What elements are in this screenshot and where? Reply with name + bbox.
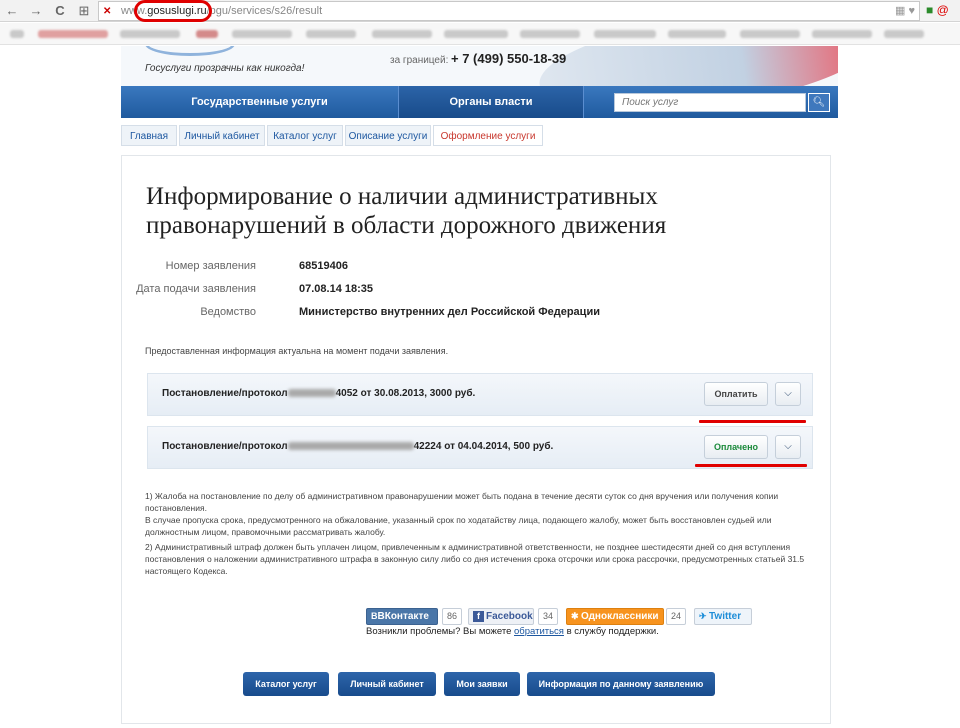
application-number-value: 68519406 (299, 260, 348, 272)
site-slogan: Госуслуги прозрачны как никогда! (145, 63, 305, 74)
back-icon[interactable]: ← (4, 3, 20, 19)
protocol-prefix: Постановление/протокол (162, 388, 288, 399)
submission-date-label: Дата подачи заявления (136, 283, 256, 295)
main-content: Информирование о наличии административны… (121, 155, 831, 724)
my-applications-button[interactable]: Мои заявки (444, 672, 520, 696)
protocol-details: 42224 от 04.04.2014, 500 руб. (413, 441, 554, 452)
odnoklassniki-icon: ✱ (571, 611, 582, 621)
breadcrumb-catalog[interactable]: Каталог услуг (267, 125, 343, 146)
share-facebook-label: Facebook (486, 611, 533, 622)
twitter-icon: ✈ (699, 611, 710, 621)
share-odnoklassniki-label: Одноклассники (581, 611, 659, 622)
department-value: Министерство внутренних дел Российской Ф… (299, 306, 600, 318)
paid-status-button[interactable]: Оплачено (704, 435, 768, 459)
extension-icons[interactable]: ■ @ (926, 3, 949, 17)
footnote: 2) Административный штраф должен быть уп… (145, 542, 805, 576)
breadcrumb-current: Оформление услуги (433, 125, 543, 146)
search-button[interactable]: 🔍︎ (808, 93, 830, 112)
phone-number: + 7 (499) 550-18-39 (451, 51, 567, 66)
header-decoration (533, 46, 838, 86)
url-path: /pgu/services/s26/result (206, 5, 323, 17)
application-info-button[interactable]: Информация по данному заявлению (527, 672, 715, 696)
forward-icon[interactable]: → (28, 3, 44, 19)
address-bar[interactable]: ✕ www.gosuslugi.ru/pgu/services/s26/resu… (98, 1, 920, 21)
support-link[interactable]: обратиться (514, 626, 564, 637)
expand-button[interactable]: ⌵ (775, 435, 801, 459)
share-odnoklassniki-button[interactable]: ✱ Одноклассники (566, 608, 664, 625)
redacted-number (287, 389, 336, 398)
share-vk-button[interactable]: BВКонтакте (366, 608, 438, 625)
support-text: Возникли проблемы? Вы можете обратиться … (366, 626, 659, 637)
share-facebook-button[interactable]: f Facebook (468, 608, 534, 625)
bookmark-star-icon[interactable]: ▦ ♥ (895, 4, 915, 17)
expand-button[interactable]: ⌵ (775, 382, 801, 406)
footnote: В случае пропуска срока, предусмотренног… (145, 515, 772, 537)
protocol-details: 4052 от 30.08.2013, 3000 руб. (335, 388, 476, 399)
page-title: Информирование о наличии административны… (146, 183, 667, 239)
search-icon: 🔍︎ (812, 97, 826, 108)
department-label: Ведомство (200, 306, 256, 318)
highlight-underline (699, 420, 806, 423)
highlight-underline (695, 464, 807, 467)
site-info-icon[interactable]: ✕ (103, 5, 116, 18)
site-header: Госуслуги прозрачны как никогда! за гран… (121, 46, 838, 86)
facebook-icon: f (473, 611, 484, 622)
reload-icon[interactable]: C (52, 3, 68, 19)
protocol-row: Постановление/протокол 42224 от 04.04.201… (147, 426, 813, 469)
chevron-down-icon: ⌵ (784, 388, 792, 399)
domain-highlight-circle (134, 0, 212, 22)
chevron-down-icon: ⌵ (784, 441, 792, 452)
share-vk-label: ВКонтакте (377, 611, 429, 622)
protocol-prefix: Постановление/протокол (162, 441, 288, 452)
application-number-label: Номер заявления (165, 260, 256, 272)
browser-toolbar: ← → C ⊞ ✕ www.gosuslugi.ru/pgu/services/… (0, 0, 960, 41)
tab-authorities[interactable]: Органы власти (398, 86, 584, 118)
logo[interactable] (145, 46, 235, 56)
submission-date-value: 07.08.14 18:35 (299, 283, 374, 295)
breadcrumb-service-description[interactable]: Описание услуги (345, 125, 431, 146)
share-twitter-label: Twitter (709, 611, 742, 622)
catalog-button[interactable]: Каталог услуг (243, 672, 329, 696)
breadcrumb-home[interactable]: Главная (121, 125, 177, 146)
phone-label: за границей: (390, 55, 449, 66)
bookmarks-bar (0, 23, 960, 45)
support-text-before: Возникли проблемы? Вы можете (366, 626, 515, 637)
protocol-row: Постановление/протокол 4052 от 30.08.2013… (147, 373, 813, 416)
search-input[interactable] (614, 93, 806, 112)
share-twitter-button[interactable]: ✈ Twitter (694, 608, 752, 625)
protocol-title: Постановление/протокол 4052 от 30.08.2013… (162, 388, 475, 399)
pay-button[interactable]: Оплатить (704, 382, 768, 406)
support-text-after: в службу поддержки. (563, 626, 659, 637)
info-note: Предоставленная информация актуальна на … (145, 346, 449, 356)
share-odnoklassniki-count: 24 (666, 608, 686, 625)
main-navigation: Государственные услуги Органы власти 🔍︎ (121, 86, 838, 118)
apps-icon[interactable]: ⊞ (76, 3, 92, 19)
footnote: 1) Жалоба на постановление по делу об ад… (145, 491, 779, 513)
cabinet-button[interactable]: Личный кабинет (338, 672, 436, 696)
share-facebook-count: 34 (538, 608, 558, 625)
tab-government-services[interactable]: Государственные услуги (121, 86, 398, 118)
share-vk-count: 86 (442, 608, 462, 625)
protocol-title: Постановление/протокол 42224 от 04.04.201… (162, 441, 553, 452)
breadcrumb-cabinet[interactable]: Личный кабинет (179, 125, 265, 146)
redacted-number (287, 442, 414, 451)
